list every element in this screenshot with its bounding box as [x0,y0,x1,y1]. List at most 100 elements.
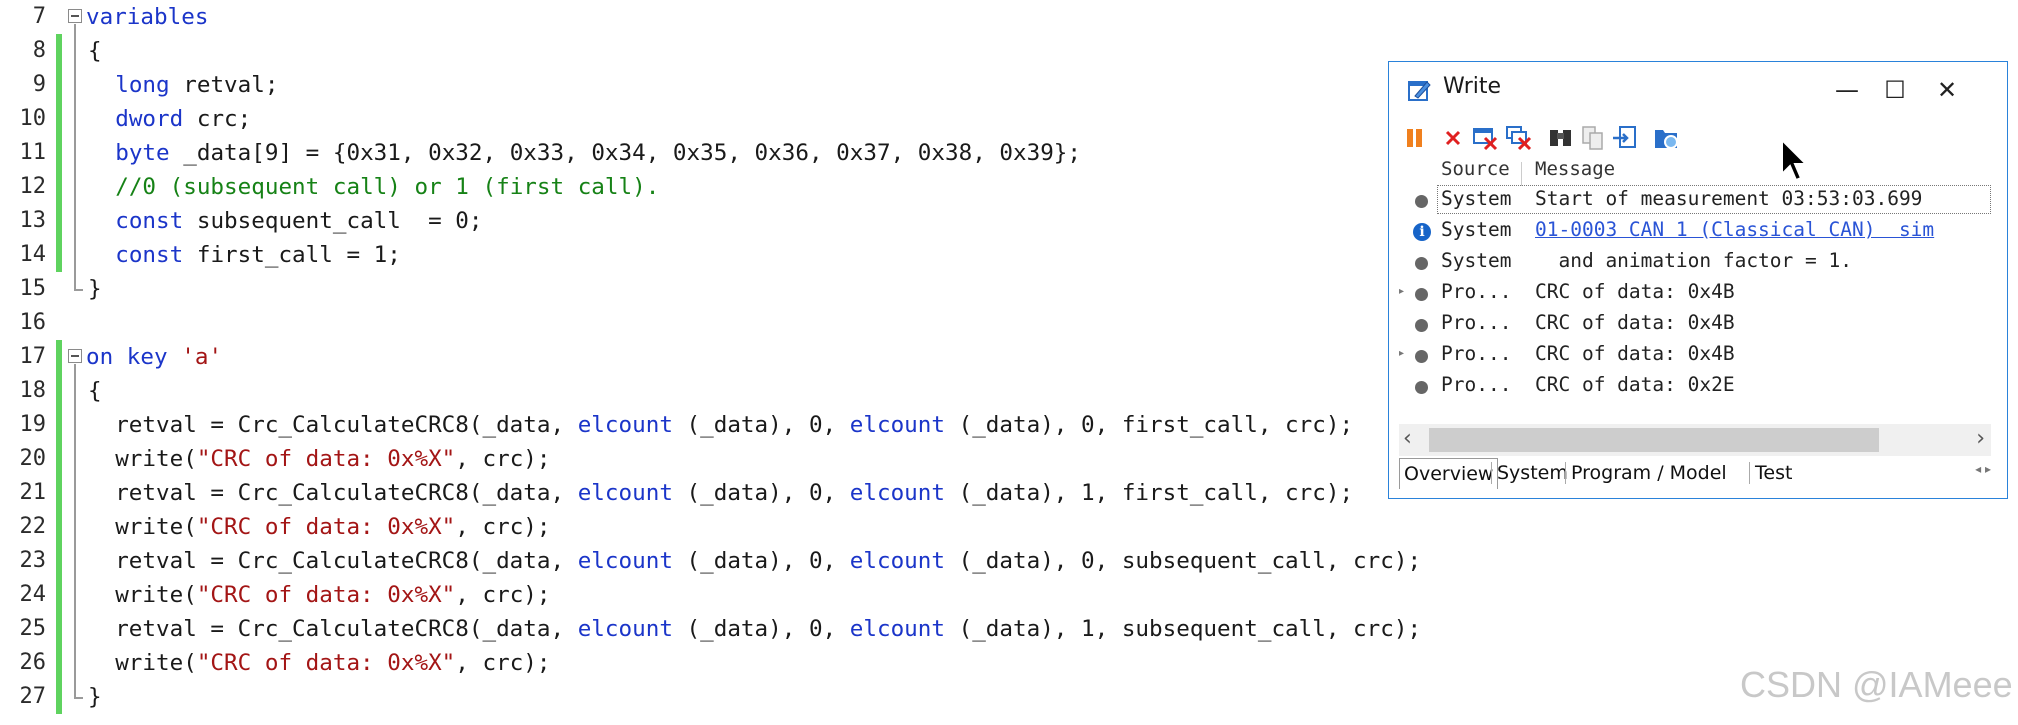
code-line[interactable]: 21 retval = Crc_CalculateCRC8(_data, elc… [0,476,1480,510]
code-text: write("CRC of data: 0x%X", crc); [88,650,551,676]
code-line[interactable]: 11 byte _data[9] = {0x31, 0x32, 0x33, 0x… [0,136,1480,170]
change-marker [56,170,62,204]
minimize-button[interactable]: — [1825,70,1869,110]
list-item[interactable]: System Start of measurement 03:53:03.699 [1399,185,1991,216]
fold-collapse-icon[interactable] [68,349,82,363]
code-line[interactable]: 14 const first_call = 1; [0,238,1480,272]
code-line[interactable]: 7 variables [0,0,1480,34]
export-icon[interactable] [1611,124,1639,152]
code-text: { [88,378,102,404]
message-list[interactable]: Source Message System Start of measuremen… [1399,158,1991,460]
tab-test[interactable]: Test [1751,458,1796,488]
change-marker [56,374,62,408]
change-marker [56,34,62,68]
bullet-icon [1415,350,1428,363]
column-separator [1521,162,1522,186]
code-line[interactable]: 20 write("CRC of data: 0x%X", crc); [0,442,1480,476]
code-line[interactable]: 10 dword crc; [0,102,1480,136]
configuration-icon[interactable] [1653,124,1681,152]
scroll-left-icon[interactable]: ‹ [1403,426,1412,451]
close-button[interactable]: ✕ [1925,70,1969,110]
code-line[interactable]: 26 write("CRC of data: 0x%X", crc); [0,646,1480,680]
tab-overview[interactable]: Overview [1399,458,1499,489]
line-number: 18 [19,378,47,403]
clear-all-icon[interactable] [1505,124,1533,152]
list-item[interactable]: i System 01-0003 CAN 1 (Classical CAN) sim [1399,216,1991,247]
list-item[interactable]: System and animation factor = 1. [1399,247,1991,278]
row-source: System [1441,249,1512,272]
list-item[interactable]: Pro... CRC of data: 0x4B [1399,309,1991,340]
code-line[interactable]: 16 [0,306,1480,340]
tab-system[interactable]: System [1493,458,1572,488]
change-marker [56,238,62,272]
list-item[interactable]: Pro... CRC of data: 0x4B ▸ [1399,340,1991,371]
code-line[interactable]: 17 on key 'a' [0,340,1480,374]
code-line[interactable]: 12 //0 (subsequent call) or 1 (first cal… [0,170,1480,204]
tab-separator [1491,462,1492,484]
copy-icon[interactable] [1579,124,1607,152]
code-line[interactable]: 22 write("CRC of data: 0x%X", crc); [0,510,1480,544]
code-line[interactable]: 13 const subsequent_call = 0; [0,204,1480,238]
code-line[interactable]: 8{ [0,34,1480,68]
bullet-icon [1415,319,1428,332]
change-marker [56,510,62,544]
maximize-button[interactable]: ☐ [1873,70,1917,110]
change-marker [56,442,62,476]
change-marker [56,680,62,714]
code-line[interactable]: 27} [0,680,1480,714]
change-marker [56,578,62,612]
bullet-icon [1415,381,1428,394]
row-message: CRC of data: 0x4B [1535,311,1735,334]
fold-guide [74,24,76,289]
code-text: retval = Crc_CalculateCRC8(_data, elcoun… [88,412,1354,438]
code-line[interactable]: 23 retval = Crc_CalculateCRC8(_data, elc… [0,544,1480,578]
clear-window-icon[interactable] [1471,124,1499,152]
line-number: 21 [19,480,47,505]
write-window-title: Write [1443,74,1502,99]
line-number: 7 [32,4,46,29]
scrollbar-thumb[interactable] [1429,428,1879,452]
change-marker [56,136,62,170]
tab-separator [1749,462,1750,484]
code-text: retval = Crc_CalculateCRC8(_data, elcoun… [88,480,1354,506]
row-message-link[interactable]: 01-0003 CAN 1 (Classical CAN) sim [1535,218,1991,241]
code-line[interactable]: 19 retval = Crc_CalculateCRC8(_data, elc… [0,408,1480,442]
fold-collapse-icon[interactable] [68,9,82,23]
code-line[interactable]: 25 retval = Crc_CalculateCRC8(_data, elc… [0,612,1480,646]
code-line[interactable]: 9 long retval; [0,68,1480,102]
horizontal-scrollbar[interactable]: ‹ › [1399,424,1991,456]
line-number: 25 [19,616,47,641]
line-number: 22 [19,514,47,539]
code-text: const first_call = 1; [115,242,401,268]
list-item[interactable]: Pro... CRC of data: 0x2E [1399,371,1991,402]
row-source: Pro... [1441,311,1512,334]
change-marker [56,612,62,646]
tab-separator [1565,462,1566,484]
line-number: 9 [32,72,46,97]
code-line[interactable]: 18 { [0,374,1480,408]
write-icon [1408,81,1431,101]
bullet-icon [1415,288,1428,301]
tab-scroll-arrows-icon[interactable]: ◂ ▸ [1975,462,1991,476]
scroll-right-icon[interactable]: › [1976,426,1985,451]
row-source: Pro... [1441,373,1512,396]
code-line[interactable]: 24 write("CRC of data: 0x%X", crc); [0,578,1480,612]
write-window-titlebar[interactable]: Write — ☐ ✕ [1389,62,2007,118]
info-icon: i [1413,223,1431,241]
delete-icon[interactable] [1439,124,1467,152]
code-line[interactable]: 15} [0,272,1480,306]
list-item[interactable]: Pro... CRC of data: 0x4B ▸ [1399,278,1991,309]
code-text: } [88,276,102,302]
code-text: write("CRC of data: 0x%X", crc); [88,582,551,608]
line-number: 20 [19,446,47,471]
find-icon[interactable] [1547,124,1575,152]
change-marker [56,646,62,680]
column-header-message[interactable]: Message [1535,158,1615,180]
line-number: 14 [19,242,47,267]
tab-program-model[interactable]: Program / Model [1567,458,1731,488]
pause-icon[interactable] [1401,124,1429,152]
line-number: 11 [19,140,47,165]
fold-guide [74,364,76,697]
write-window[interactable]: Write — ☐ ✕ Source Message System Start … [1388,61,2008,499]
column-header-source[interactable]: Source [1441,158,1510,180]
